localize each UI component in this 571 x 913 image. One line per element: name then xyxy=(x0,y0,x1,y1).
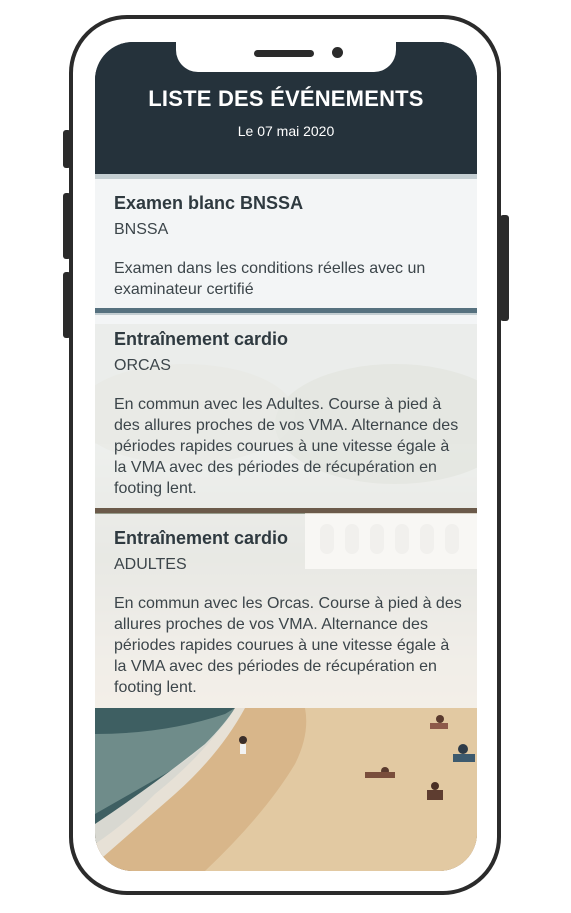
stage: LISTE DES ÉVÉNEMENTS Le 07 mai 2020 Exam… xyxy=(0,0,571,913)
event-description: Examen dans les conditions réelles avec … xyxy=(114,260,426,298)
front-camera-icon xyxy=(332,47,343,58)
list-divider xyxy=(95,308,477,313)
event-card[interactable]: Examen blanc BNSSA BNSSA Examen dans les… xyxy=(95,179,477,308)
event-card[interactable]: Entraînement cardio ADULTES En commun av… xyxy=(95,514,477,708)
event-description: En commun avec les Adultes. Course à pie… xyxy=(114,396,459,497)
event-group: BNSSA xyxy=(114,221,169,238)
event-card[interactable]: Entraînement cardio ORCAS En commun avec… xyxy=(95,315,477,508)
event-group: ORCAS xyxy=(114,357,171,374)
event-group: ADULTES xyxy=(114,556,187,573)
list-divider xyxy=(95,508,477,513)
event-title: Examen blanc BNSSA xyxy=(114,193,304,213)
page-date: Le 07 mai 2020 xyxy=(237,123,335,139)
speaker-grille-icon xyxy=(254,50,314,57)
phone-screen: LISTE DES ÉVÉNEMENTS Le 07 mai 2020 Exam… xyxy=(95,42,477,871)
event-description: En commun avec les Orcas. Course à pied … xyxy=(114,595,462,696)
power-button xyxy=(500,215,509,321)
event-title: Entraînement cardio xyxy=(114,528,289,548)
page-title: LISTE DES ÉVÉNEMENTS xyxy=(148,86,424,111)
notch xyxy=(176,42,396,72)
event-title: Entraînement cardio xyxy=(114,329,289,349)
